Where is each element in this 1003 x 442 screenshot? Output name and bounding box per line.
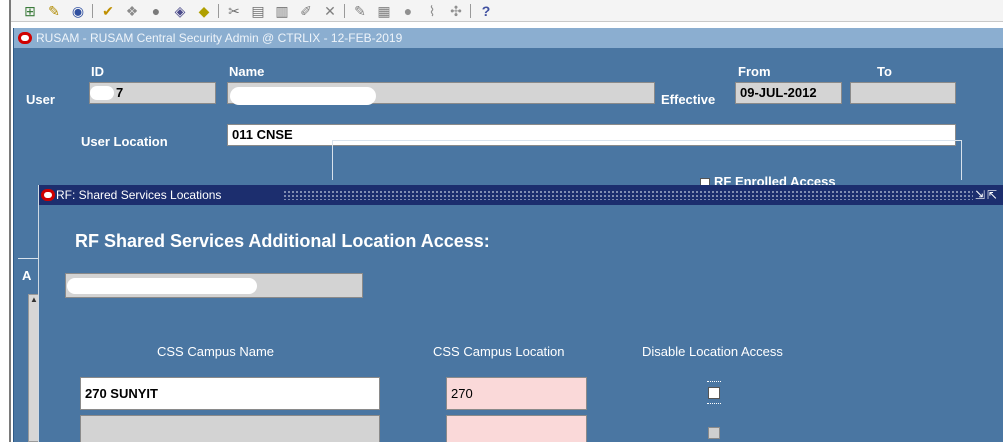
help-icon[interactable]: ? <box>476 1 496 21</box>
folder-icon[interactable]: ◆ <box>194 1 214 21</box>
zoom-icon[interactable]: ◉ <box>68 1 88 21</box>
toolbar-separator <box>470 4 471 18</box>
disable-access-checkbox[interactable] <box>708 427 720 439</box>
hidden-tab-label: A <box>22 268 32 283</box>
title-bar-dots <box>283 190 973 200</box>
translation-icon[interactable]: ✎ <box>350 1 370 21</box>
redaction <box>230 87 376 105</box>
paperclip-icon[interactable]: ⌇ <box>422 1 442 21</box>
record-icon[interactable]: ● <box>398 1 418 21</box>
toolbar: ⊞ ✎ ◉ ✔ ❖ ● ◈ ◆ ✂ ▤ ▥ ✐ ✕ ✎ ▦ ● ⌇ ✣ ? <box>0 0 1003 22</box>
scroll-up-icon[interactable]: ▲ <box>30 295 38 304</box>
toolbar-separator <box>218 4 219 18</box>
clear-icon[interactable]: ✐ <box>296 1 316 21</box>
new-icon[interactable]: ⊞ <box>20 1 40 21</box>
shared-services-dialog: RF: Shared Services Locations ⇲ ⇱ RF Sha… <box>38 185 1003 442</box>
campus-name-field[interactable] <box>80 415 380 442</box>
attach-icon[interactable]: ◈ <box>170 1 190 21</box>
oracle-icon <box>18 32 32 44</box>
left-border <box>0 0 11 442</box>
campus-location-header: CSS Campus Location <box>433 344 565 359</box>
window-title: RUSAM - RUSAM Central Security Admin @ C… <box>36 31 403 45</box>
toolbar-separator <box>344 4 345 18</box>
tab-divider <box>18 258 39 259</box>
disable-access-checkbox[interactable] <box>708 387 720 399</box>
tools-icon[interactable]: ✣ <box>446 1 466 21</box>
dialog-title-bar[interactable]: RF: Shared Services Locations ⇲ ⇱ <box>39 185 1003 205</box>
cut-icon[interactable]: ✂ <box>224 1 244 21</box>
check-icon[interactable]: ✔ <box>98 1 118 21</box>
window-title-bar[interactable]: RUSAM - RUSAM Central Security Admin @ C… <box>14 28 1003 48</box>
maximize-icon[interactable]: ⇱ <box>987 185 997 205</box>
edit-icon[interactable]: ❖ <box>122 1 142 21</box>
toolbar-separator <box>92 4 93 18</box>
campus-name-field[interactable]: 270 SUNYIT <box>80 377 380 410</box>
enrolled-access-panel <box>332 140 962 180</box>
campus-name-header: CSS Campus Name <box>157 344 275 359</box>
oracle-icon <box>41 189 55 201</box>
dialog-title: RF: Shared Services Locations <box>56 188 222 202</box>
delete-record-icon[interactable]: ✕ <box>320 1 340 21</box>
minimize-icon[interactable]: ⇲ <box>975 185 985 205</box>
user-label: User <box>26 92 55 107</box>
effective-to-field[interactable] <box>850 82 956 104</box>
redaction <box>90 86 114 100</box>
delete-icon[interactable]: ● <box>146 1 166 21</box>
find-icon[interactable]: ✎ <box>44 1 64 21</box>
rf-enrolled-label: RF Enrolled Access <box>714 174 836 185</box>
user-location-label: User Location <box>81 134 168 149</box>
copy-icon[interactable]: ▤ <box>248 1 268 21</box>
folder-tools-icon[interactable]: ▦ <box>374 1 394 21</box>
campus-location-field[interactable] <box>446 415 587 442</box>
paste-icon[interactable]: ▥ <box>272 1 292 21</box>
focus-indicator <box>707 381 721 382</box>
to-header: To <box>877 64 892 79</box>
effective-from-field[interactable]: 09-JUL-2012 <box>735 82 842 104</box>
campus-location-field[interactable]: 270 <box>446 377 587 410</box>
name-header: Name <box>229 64 265 79</box>
dialog-heading: RF Shared Services Additional Location A… <box>75 231 490 251</box>
redaction <box>67 278 257 294</box>
from-header: From <box>738 64 771 79</box>
disable-access-header: Disable Location Access <box>642 344 783 359</box>
id-header: ID <box>91 64 104 79</box>
focus-indicator <box>707 403 721 404</box>
effective-label: Effective <box>661 92 716 107</box>
